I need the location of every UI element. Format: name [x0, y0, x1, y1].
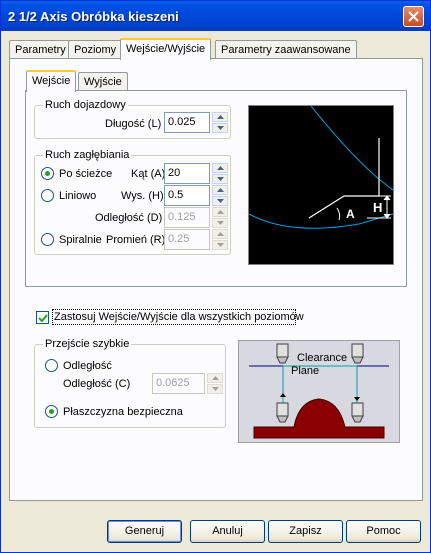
odleglosc-c-down-arrow[interactable]: [207, 384, 223, 394]
wys-down-arrow[interactable]: [212, 196, 228, 206]
wys-up-arrow[interactable]: [212, 185, 228, 195]
clearance-label-line1: Clearance: [297, 352, 347, 364]
arrow-down-icon: [217, 221, 224, 225]
radio-plaszczyzna-bezpieczna[interactable]: [45, 405, 58, 418]
radio-selected-dot: [49, 409, 54, 414]
wys-input[interactable]: 0.5: [164, 185, 210, 206]
close-button[interactable]: [403, 6, 424, 27]
odleglosc-d-stepper[interactable]: 0.125: [164, 207, 228, 228]
title-bar[interactable]: 2 1/2 Axis Obróbka kieszeni: [1, 1, 430, 31]
arrow-up-icon: [217, 210, 224, 214]
wys-label: Wys. (H): [121, 190, 164, 202]
apply-all-checkbox[interactable]: [36, 311, 49, 324]
dialog-window: 2 1/2 Axis Obróbka kieszeni Parametry Po…: [0, 0, 431, 553]
clearance-plane-graphic: Clearance Plane: [249, 343, 389, 439]
subtab-wyjscie[interactable]: Wyjście: [78, 72, 128, 91]
clearance-label-line2: Plane: [291, 365, 319, 377]
odleglosc-option-label: Odległość: [63, 360, 112, 372]
kat-down-arrow[interactable]: [212, 174, 228, 184]
clearance-diagram: Clearance Plane: [238, 340, 400, 443]
radio-liniowo[interactable]: [41, 189, 54, 202]
odleglosc-c-input[interactable]: 0.0625: [152, 373, 205, 394]
pomoc-button[interactable]: Pomoc: [346, 520, 421, 543]
checkmark-icon: [38, 314, 48, 323]
promien-label: Promień (R): [106, 234, 166, 246]
kat-label: Kąt (A): [131, 168, 166, 180]
arrow-up-icon: [217, 115, 224, 119]
odleglosc-c-label: Odległość (C): [63, 378, 131, 390]
entry-diagram: H A: [248, 105, 394, 265]
arrow-down-icon: [212, 387, 219, 391]
arrow-up-icon: [217, 188, 224, 192]
dlugosc-label: Długość (L): [105, 118, 162, 130]
window-title: 2 1/2 Axis Obróbka kieszeni: [8, 9, 179, 24]
odleglosc-c-stepper[interactable]: 0.0625: [152, 373, 223, 394]
diagram-h-label: H: [373, 200, 382, 215]
subtab-wejscie[interactable]: Wejście: [26, 70, 77, 92]
radio-po-sciezce[interactable]: [41, 167, 54, 180]
radio-odleglosc[interactable]: [45, 359, 58, 372]
kat-input[interactable]: 20: [164, 163, 210, 184]
arrow-down-icon: [217, 243, 224, 247]
promien-up-arrow[interactable]: [212, 229, 228, 239]
arrow-down-icon: [217, 199, 224, 203]
dlugosc-up-arrow[interactable]: [212, 112, 228, 122]
close-icon: [408, 11, 419, 22]
odleglosc-d-down-arrow[interactable]: [212, 218, 228, 228]
entry-path-diagram-graphic: H A: [248, 105, 394, 229]
arrow-down-icon: [217, 126, 224, 130]
liniowo-label: Liniowo: [59, 190, 97, 202]
radio-selected-dot: [45, 171, 50, 176]
tab-wejscie-wyjscie[interactable]: Wejście/Wyjście: [120, 38, 212, 60]
subtab-panel: Ruch dojazdowy Długość (L) 0.025 Ruch za…: [25, 90, 407, 287]
ruch-dojazdowy-title: Ruch dojazdowy: [43, 99, 128, 111]
arrow-up-icon: [212, 376, 219, 380]
dlugosc-input[interactable]: 0.025: [164, 112, 210, 133]
dlugosc-stepper[interactable]: 0.025: [164, 112, 228, 133]
zapisz-button[interactable]: Zapisz: [268, 520, 343, 543]
diagram-a-label: A: [346, 207, 355, 221]
wys-stepper[interactable]: 0.5: [164, 185, 228, 206]
odleglosc-d-up-arrow[interactable]: [212, 207, 228, 217]
generuj-button[interactable]: Generuj: [107, 520, 182, 543]
arrow-down-icon: [217, 177, 224, 181]
tab-poziomy[interactable]: Poziomy: [68, 40, 123, 59]
odleglosc-c-up-arrow[interactable]: [207, 373, 223, 383]
plaszczyzna-bezpieczna-label: Płaszczyzna bezpieczna: [63, 406, 183, 418]
promien-stepper[interactable]: 0.25: [164, 229, 228, 250]
promien-down-arrow[interactable]: [212, 240, 228, 250]
arrow-up-icon: [217, 232, 224, 236]
po-sciezce-label: Po ścieżce: [59, 168, 113, 180]
kat-up-arrow[interactable]: [212, 163, 228, 173]
dlugosc-down-arrow[interactable]: [212, 123, 228, 133]
radio-spiralnie[interactable]: [41, 233, 54, 246]
odleglosc-d-input[interactable]: 0.125: [164, 207, 210, 228]
tab-parametry-zaawansowane[interactable]: Parametry zaawansowane: [215, 40, 357, 59]
kat-stepper[interactable]: 20: [164, 163, 228, 184]
spiralnie-label: Spiralnie: [59, 234, 102, 246]
anuluj-button[interactable]: Anuluj: [190, 520, 265, 543]
promien-input[interactable]: 0.25: [164, 229, 210, 250]
arrow-up-icon: [217, 166, 224, 170]
tab-parametry[interactable]: Parametry: [9, 40, 72, 59]
odleglosc-d-label: Odległość (D): [95, 212, 163, 224]
ruch-zaglebiania-title: Ruch zagłębiania: [43, 149, 132, 161]
apply-all-label[interactable]: Zastosuj Wejście/Wyjście dla wszystkich …: [54, 311, 304, 323]
przejscie-szybkie-title: Przejście szybkie: [43, 338, 132, 350]
